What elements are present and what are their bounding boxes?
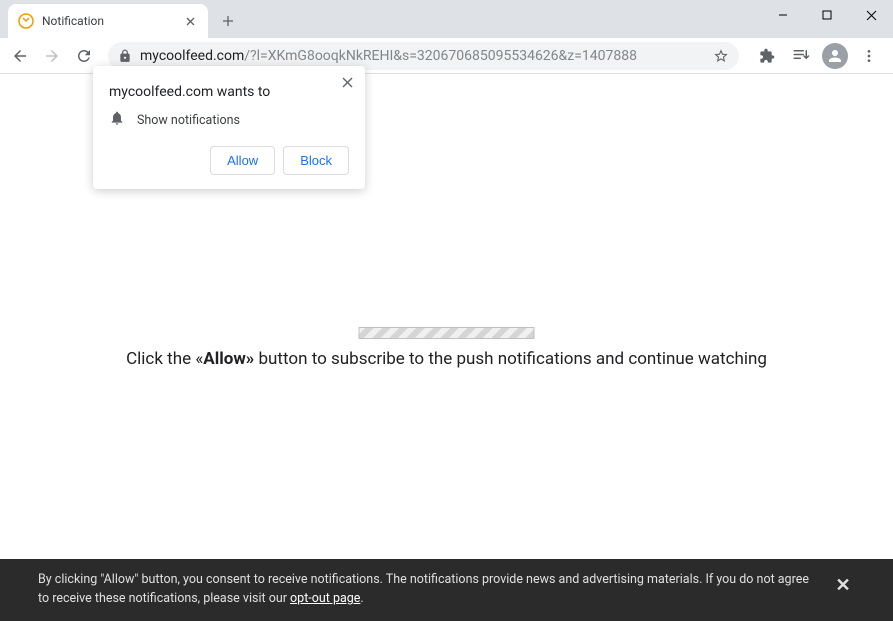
loading-bar xyxy=(359,327,535,339)
consent-close-icon[interactable]: ✕ xyxy=(831,573,855,597)
main-message: Click the «Allow» button to subscribe to… xyxy=(0,327,893,369)
tab-close-icon[interactable] xyxy=(182,13,198,29)
bell-icon xyxy=(109,110,125,130)
reading-list-icon[interactable] xyxy=(787,42,815,70)
instruction-text: Click the «Allow» button to subscribe to… xyxy=(0,349,893,369)
extensions-icon[interactable] xyxy=(753,42,781,70)
tab-favicon-icon xyxy=(18,13,34,29)
consent-text: By clicking "Allow" button, you consent … xyxy=(38,571,811,609)
toolbar-actions xyxy=(749,42,887,70)
opt-out-link[interactable]: opt-out page xyxy=(290,591,360,606)
minimize-button[interactable] xyxy=(761,0,805,30)
new-tab-button[interactable] xyxy=(214,7,242,35)
permission-row-text: Show notifications xyxy=(137,113,240,128)
tab-bar: Notification xyxy=(0,0,242,38)
close-window-button[interactable] xyxy=(849,0,893,30)
profile-avatar[interactable] xyxy=(821,42,849,70)
instruction-bold: Allow» xyxy=(203,349,254,369)
maximize-button[interactable] xyxy=(805,0,849,30)
avatar-icon xyxy=(822,43,848,69)
back-button[interactable] xyxy=(6,42,34,70)
url-path: /?l=XKmG8ooqkNkREHI&s=320670685095534626… xyxy=(244,48,637,64)
window-controls xyxy=(761,0,893,30)
lock-icon xyxy=(118,49,132,63)
instruction-suffix: button to subscribe to the push notifica… xyxy=(254,349,767,369)
instruction-prefix: Click the « xyxy=(126,349,203,369)
tab-title: Notification xyxy=(42,14,174,28)
permission-title: mycoolfeed.com wants to xyxy=(109,84,349,100)
url-domain: mycoolfeed.com xyxy=(140,48,244,64)
popup-close-icon[interactable] xyxy=(337,72,357,92)
url-text: mycoolfeed.com/?l=XKmG8ooqkNkREHI&s=3206… xyxy=(140,48,705,64)
forward-button[interactable] xyxy=(38,42,66,70)
consent-text-part1: By clicking "Allow" button, you consent … xyxy=(38,572,809,606)
permission-row: Show notifications xyxy=(109,110,349,130)
consent-text-part2: . xyxy=(360,591,363,606)
menu-icon[interactable] xyxy=(855,42,883,70)
reload-button[interactable] xyxy=(70,42,98,70)
block-button[interactable]: Block xyxy=(283,146,349,175)
allow-button[interactable]: Allow xyxy=(210,146,275,175)
browser-tab[interactable]: Notification xyxy=(8,4,208,38)
window-title-bar: Notification xyxy=(0,0,893,38)
consent-banner: By clicking "Allow" button, you consent … xyxy=(0,559,893,621)
permission-prompt: mycoolfeed.com wants to Show notificatio… xyxy=(93,66,365,189)
permission-buttons: Allow Block xyxy=(109,146,349,175)
bookmark-star-icon[interactable] xyxy=(713,48,729,64)
